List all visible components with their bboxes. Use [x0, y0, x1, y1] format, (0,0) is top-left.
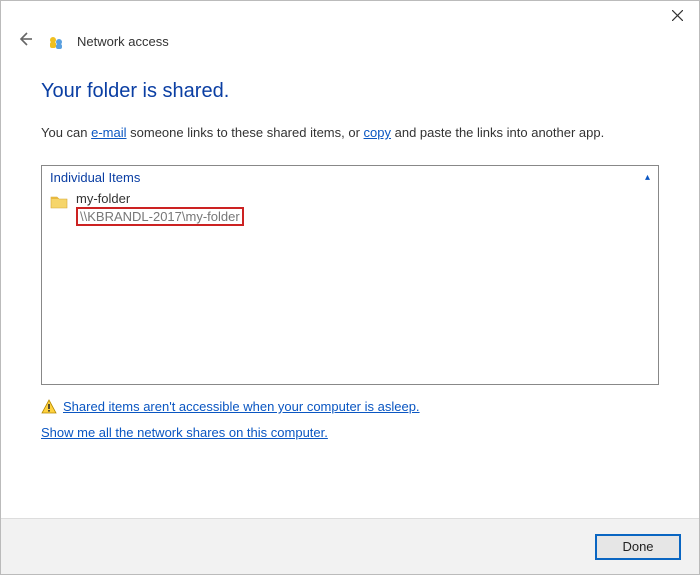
- item-name: my-folder: [76, 191, 244, 206]
- titlebar: [1, 1, 699, 31]
- network-access-icon: [47, 33, 65, 51]
- header-row: Network access: [1, 31, 699, 60]
- folder-icon: [50, 193, 68, 211]
- desc-part: and paste the links into another app.: [391, 125, 604, 140]
- path-highlight: \\KBRANDL-2017\my-folder: [76, 207, 244, 226]
- email-link[interactable]: e-mail: [91, 125, 126, 140]
- done-button[interactable]: Done: [595, 534, 681, 560]
- items-header[interactable]: Individual Items ▴: [42, 166, 658, 187]
- button-bar: Done: [1, 518, 699, 574]
- description-text: You can e-mail someone links to these sh…: [41, 123, 659, 143]
- back-arrow-icon[interactable]: [15, 31, 35, 52]
- dialog-title: Network access: [77, 34, 169, 49]
- footer-links: Shared items aren't accessible when your…: [41, 399, 659, 440]
- close-button[interactable]: [655, 1, 699, 29]
- show-all-shares-link[interactable]: Show me all the network shares on this c…: [41, 425, 659, 440]
- page-heading: Your folder is shared.: [41, 80, 659, 103]
- network-access-dialog: Network access Your folder is shared. Yo…: [0, 0, 700, 575]
- sleep-warning-line: Shared items aren't accessible when your…: [41, 399, 659, 415]
- content-area: Your folder is shared. You can e-mail so…: [1, 60, 699, 518]
- sleep-warning-link[interactable]: Shared items aren't accessible when your…: [63, 399, 420, 414]
- warning-icon: [41, 399, 57, 415]
- desc-part: You can: [41, 125, 91, 140]
- shared-item-row[interactable]: my-folder \\KBRANDL-2017\my-folder: [42, 187, 658, 226]
- individual-items-panel: Individual Items ▴ my-folder \\KBRANDL-2…: [41, 165, 659, 385]
- item-text: my-folder \\KBRANDL-2017\my-folder: [76, 191, 244, 226]
- copy-link[interactable]: copy: [364, 125, 391, 140]
- desc-part: someone links to these shared items, or: [127, 125, 364, 140]
- item-path: \\KBRANDL-2017\my-folder: [80, 209, 240, 224]
- caret-up-icon: ▴: [645, 172, 650, 183]
- items-header-label: Individual Items: [50, 170, 140, 185]
